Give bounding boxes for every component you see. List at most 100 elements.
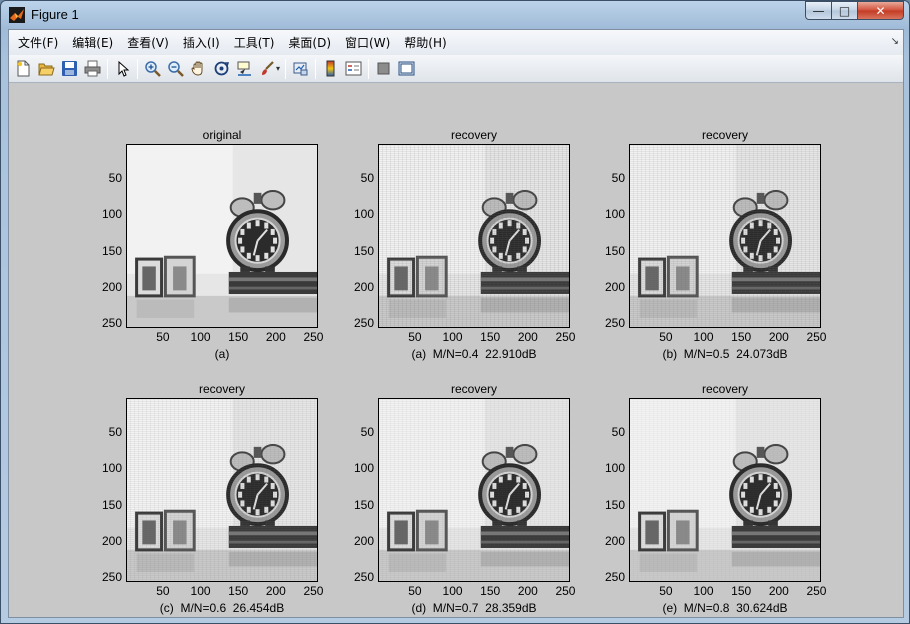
clock-photo-image (127, 145, 317, 327)
x-tick-label: 100 (190, 330, 211, 344)
data-cursor-icon[interactable] (233, 58, 256, 80)
subplot-1: original 50 100 150 200 250 50 100 150 200 250 (a) (100, 128, 350, 378)
menu-desktop[interactable]: 桌面(D) (281, 34, 338, 51)
title-bar[interactable]: Figure 1 — □ ✕ (1, 1, 909, 28)
y-tick-label: 250 (604, 315, 625, 330)
x-tick-label: 100 (442, 330, 463, 344)
menu-file[interactable]: 文件(F) (11, 34, 65, 51)
x-tick-label: 50 (156, 584, 170, 598)
image-axes[interactable] (126, 398, 318, 582)
x-tick-label: 250 (555, 330, 576, 344)
y-tick-label: 200 (101, 279, 122, 294)
image-axes[interactable] (629, 398, 821, 582)
dock-arrow-icon[interactable]: ↘ (891, 36, 899, 47)
subplot-4: recovery 50 100 150 200 250 50 100 150 200 250 (c) … (100, 382, 350, 624)
y-tick-label: 200 (604, 279, 625, 294)
reconstruction-streaks (379, 145, 569, 327)
subplot-title: recovery (450, 382, 497, 396)
y-tick-label: 150 (101, 243, 122, 258)
subplot-xlabel: (c) M/N=0.6 26.454dB (159, 601, 285, 615)
subplot-2: recovery 50 100 150 200 250 50 100 150 200 250 (a) … (352, 128, 602, 378)
y-tick-label: 50 (360, 425, 374, 440)
colorbar-icon[interactable] (319, 58, 342, 80)
x-tick-label: 100 (693, 584, 714, 598)
x-tick-label: 100 (442, 584, 463, 598)
x-tick-label: 50 (659, 330, 673, 344)
hide-plot-tools-icon[interactable] (372, 58, 395, 80)
legend-icon[interactable] (342, 58, 365, 80)
y-tick-label: 200 (101, 533, 122, 548)
subplot-title: recovery (701, 128, 748, 142)
x-tick-label: 150 (731, 330, 752, 344)
menu-insert[interactable]: 插入(I) (176, 34, 227, 51)
y-tick-label: 200 (604, 533, 625, 548)
y-tick-label: 200 (353, 279, 374, 294)
x-tick-label: 150 (228, 584, 249, 598)
maximize-button[interactable]: □ (832, 1, 858, 20)
show-plot-tools-icon[interactable] (395, 58, 418, 80)
close-button[interactable]: ✕ (858, 1, 904, 20)
subplot-xlabel: (d) M/N=0.7 28.359dB (411, 601, 537, 615)
y-tick-label: 100 (604, 461, 625, 476)
menu-bar: 文件(F) 编辑(E) 查看(V) 插入(I) 工具(T) 桌面(D) 窗口(W… (9, 30, 903, 55)
toolbar-separator (368, 58, 370, 79)
link-plot-icon[interactable] (289, 58, 312, 80)
toolbar-separator (285, 58, 287, 79)
subplot-xlabel: (a) (214, 347, 230, 361)
y-tick-label: 150 (604, 243, 625, 258)
y-tick-label: 250 (101, 315, 122, 330)
x-tick-label: 50 (408, 330, 422, 344)
toolbar-separator (137, 58, 138, 79)
new-figure-icon[interactable] (12, 58, 35, 80)
subplot-6: recovery 50 100 150 200 250 50 100 150 200 250 (e) … (603, 382, 853, 624)
y-tick-label: 50 (611, 425, 625, 440)
open-file-icon[interactable] (35, 58, 58, 80)
x-tick-label: 200 (768, 584, 789, 598)
image-axes[interactable] (126, 144, 318, 328)
subplot-title: recovery (198, 382, 245, 396)
zoom-in-icon[interactable] (141, 58, 164, 80)
image-axes[interactable] (378, 398, 570, 582)
menu-help[interactable]: 帮助(H) (397, 34, 453, 51)
menu-tools[interactable]: 工具(T) (227, 34, 282, 51)
subplot-title: recovery (701, 382, 748, 396)
pan-icon[interactable] (187, 58, 210, 80)
subplot-title: original (202, 128, 242, 142)
subplot-xlabel: (b) M/N=0.5 24.073dB (662, 347, 788, 361)
y-tick-label: 50 (108, 171, 122, 186)
subplot-xlabel: (e) M/N=0.8 30.624dB (662, 601, 788, 615)
x-tick-label: 250 (806, 330, 827, 344)
y-tick-label: 150 (604, 497, 625, 512)
subplot-3: recovery 50 100 150 200 250 50 100 150 200 250 (b) … (603, 128, 853, 378)
y-tick-label: 100 (353, 461, 374, 476)
image-axes[interactable] (629, 144, 821, 328)
y-tick-label: 250 (353, 315, 374, 330)
edit-plot-icon[interactable] (111, 58, 134, 80)
reconstruction-streaks (630, 399, 820, 581)
save-icon[interactable] (58, 58, 81, 80)
toolbar-separator (315, 58, 317, 79)
figure-window: Figure 1 — □ ✕ 文件(F) 编辑(E) 查看(V) 插入(I) 工… (0, 0, 910, 624)
menu-window[interactable]: 窗口(W) (338, 34, 397, 51)
y-tick-label: 250 (604, 569, 625, 584)
y-tick-label: 100 (353, 207, 374, 222)
y-tick-label: 250 (353, 569, 374, 584)
menu-edit[interactable]: 编辑(E) (65, 34, 120, 51)
window-controls: — □ ✕ (805, 1, 904, 20)
rotate-3d-icon[interactable] (210, 58, 233, 80)
menu-view[interactable]: 查看(V) (120, 34, 176, 51)
zoom-out-icon[interactable] (164, 58, 187, 80)
brush-dropdown-icon[interactable]: ▾ (276, 64, 280, 73)
x-tick-label: 150 (228, 330, 249, 344)
y-tick-label: 50 (611, 171, 625, 186)
y-tick-label: 50 (108, 425, 122, 440)
image-axes[interactable] (378, 144, 570, 328)
x-tick-label: 200 (265, 584, 286, 598)
subplot-5: recovery 50 100 150 200 250 50 100 150 200 250 (d) … (352, 382, 602, 624)
figure-client: 文件(F) 编辑(E) 查看(V) 插入(I) 工具(T) 桌面(D) 窗口(W… (8, 29, 904, 618)
minimize-button[interactable]: — (805, 1, 832, 20)
print-icon[interactable] (81, 58, 104, 80)
y-tick-label: 150 (353, 243, 374, 258)
reconstruction-streaks (379, 399, 569, 581)
x-tick-label: 200 (768, 330, 789, 344)
